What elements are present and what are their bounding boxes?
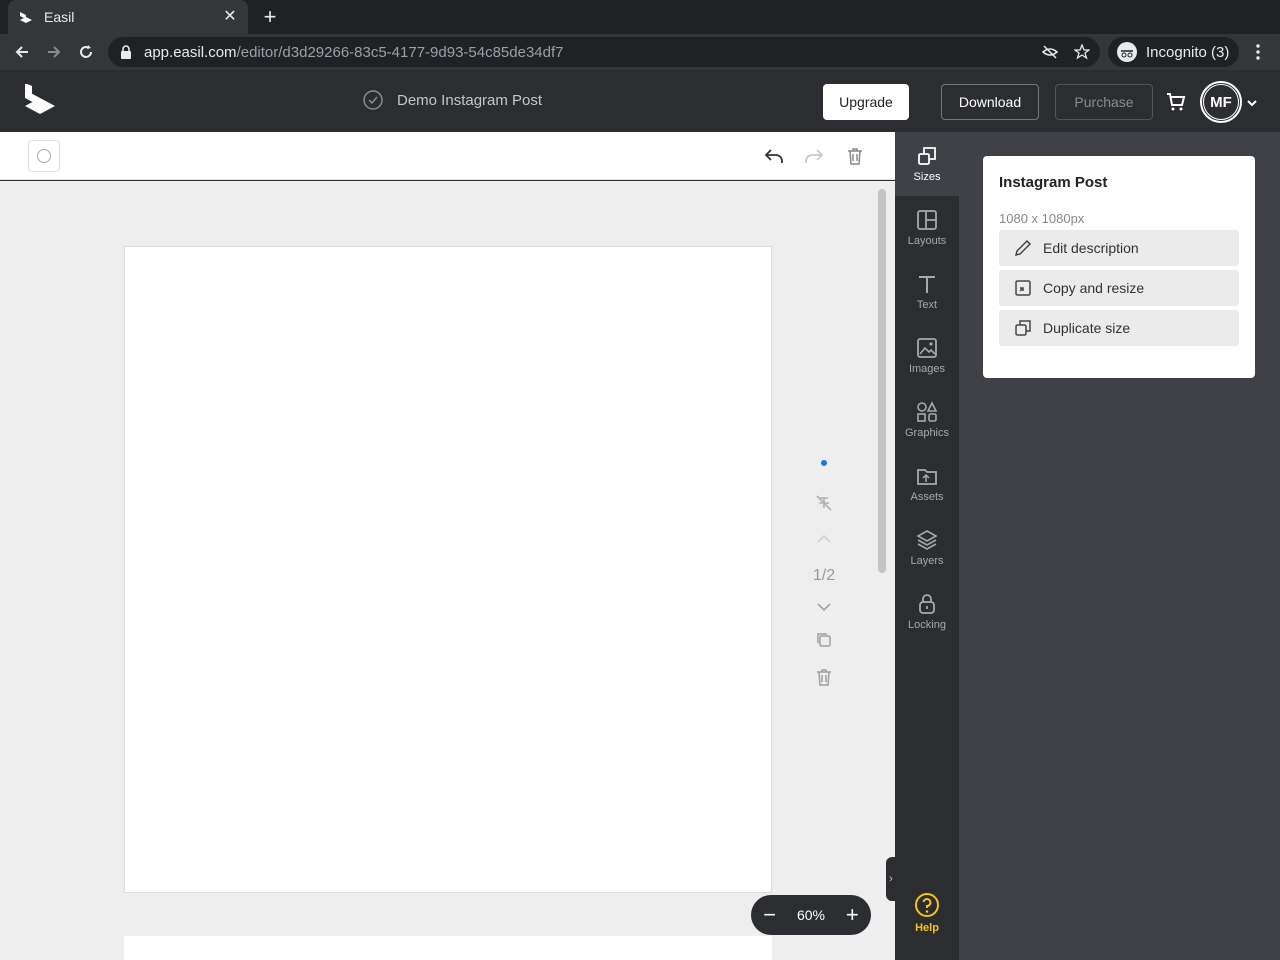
cart-icon[interactable] bbox=[1166, 92, 1186, 112]
side-nav-layers[interactable]: Layers bbox=[895, 516, 959, 580]
edit-description-label: Edit description bbox=[1043, 240, 1139, 256]
download-button[interactable]: Download bbox=[941, 84, 1039, 120]
sizes-icon bbox=[918, 147, 936, 165]
lock-icon bbox=[121, 45, 131, 59]
new-tab-icon[interactable]: + bbox=[258, 6, 282, 30]
layouts-icon bbox=[917, 210, 937, 230]
upgrade-button[interactable]: Upgrade bbox=[823, 84, 909, 120]
panel-size: 1080 x 1080px bbox=[999, 211, 1085, 226]
document-title[interactable]: Demo Instagram Post bbox=[363, 90, 542, 110]
delete-page-icon[interactable] bbox=[814, 667, 834, 687]
zoom-level[interactable]: 60% bbox=[797, 907, 825, 923]
side-nav-images[interactable]: Images bbox=[895, 324, 959, 388]
star-icon[interactable] bbox=[1074, 44, 1090, 60]
tab-close-icon[interactable]: ✕ bbox=[222, 9, 238, 25]
canvas-area: 1/2 − 60% + bbox=[0, 181, 895, 960]
eye-off-icon[interactable] bbox=[1042, 44, 1058, 60]
background-color-picker[interactable] bbox=[28, 140, 60, 172]
side-nav-label: Text bbox=[916, 299, 938, 311]
saved-check-icon bbox=[363, 90, 383, 110]
browser-toolbar: app.easil.com/editor/d3d29266-83c5-4177-… bbox=[0, 34, 1280, 70]
lock-icon bbox=[919, 594, 935, 614]
side-nav-locking[interactable]: Locking bbox=[895, 580, 959, 644]
side-nav-label: Images bbox=[908, 363, 946, 375]
easil-favicon-icon bbox=[20, 12, 32, 23]
side-nav-sizes[interactable]: Sizes bbox=[895, 132, 959, 196]
side-nav-graphics[interactable]: Graphics bbox=[895, 388, 959, 452]
side-nav-label: Locking bbox=[908, 619, 946, 631]
help-icon bbox=[915, 893, 939, 917]
side-nav-label: Layers bbox=[910, 555, 944, 567]
redo-icon[interactable] bbox=[804, 146, 824, 166]
duplicate-size-label: Duplicate size bbox=[1043, 320, 1131, 336]
browser-tab[interactable]: Easil ✕ bbox=[8, 0, 248, 34]
zoom-out-icon[interactable]: − bbox=[760, 904, 780, 926]
document-title-text: Demo Instagram Post bbox=[397, 91, 543, 109]
help-button[interactable]: Help bbox=[895, 892, 959, 942]
active-page-indicator bbox=[821, 460, 827, 466]
pencil-icon bbox=[1014, 239, 1032, 257]
copy-resize-button[interactable]: Copy and resize bbox=[999, 270, 1239, 306]
sizes-panel: Instagram Post 1080 x 1080px Edit descri… bbox=[983, 156, 1255, 378]
duplicate-size-button[interactable]: Duplicate size bbox=[999, 310, 1239, 346]
trash-icon[interactable] bbox=[845, 146, 865, 166]
resize-icon bbox=[1015, 280, 1031, 296]
text-icon bbox=[919, 276, 935, 293]
zoom-control: − 60% + bbox=[751, 895, 871, 935]
layers-icon bbox=[916, 530, 938, 550]
assets-icon bbox=[917, 469, 937, 485]
edit-description-button[interactable]: Edit description bbox=[999, 230, 1239, 266]
address-bar[interactable]: app.easil.com/editor/d3d29266-83c5-4177-… bbox=[108, 37, 1100, 67]
chevron-down-icon[interactable] bbox=[1246, 98, 1258, 108]
side-nav-layouts[interactable]: Layouts bbox=[895, 196, 959, 260]
design-page-2[interactable] bbox=[124, 936, 772, 960]
purchase-button[interactable]: Purchase bbox=[1055, 84, 1153, 120]
browser-menu-icon[interactable] bbox=[1248, 42, 1268, 62]
side-nav: Sizes Layouts Text Images Graphics Asset… bbox=[895, 132, 959, 960]
incognito-label: Incognito (3) bbox=[1146, 43, 1230, 61]
side-nav-label: Sizes bbox=[913, 171, 941, 183]
incognito-badge[interactable]: Incognito (3) bbox=[1108, 37, 1240, 67]
side-nav-text[interactable]: Text bbox=[895, 260, 959, 324]
images-icon bbox=[917, 338, 937, 358]
help-label: Help bbox=[915, 922, 939, 934]
hide-page-icon[interactable] bbox=[814, 493, 834, 513]
chevron-up-icon[interactable] bbox=[814, 529, 834, 549]
reload-icon[interactable] bbox=[74, 40, 98, 64]
chevron-down-icon[interactable] bbox=[814, 597, 834, 617]
color-swatch-icon bbox=[37, 149, 51, 163]
duplicate-icon bbox=[1015, 320, 1031, 336]
avatar[interactable]: MF bbox=[1200, 81, 1242, 123]
url-path: /editor/d3d29266-83c5-4177-9d93-54c85de3… bbox=[236, 43, 564, 61]
side-nav-label: Layouts bbox=[907, 235, 947, 247]
copy-resize-label: Copy and resize bbox=[1043, 280, 1145, 296]
panel-title: Instagram Post bbox=[999, 174, 1108, 191]
design-page-1[interactable] bbox=[124, 246, 772, 893]
avatar-initials: MF bbox=[1210, 93, 1232, 111]
tab-title: Easil bbox=[44, 9, 75, 25]
graphics-icon bbox=[917, 401, 938, 422]
side-nav-assets[interactable]: Assets bbox=[895, 452, 959, 516]
editor-toolbar bbox=[0, 132, 895, 180]
undo-icon[interactable] bbox=[764, 146, 784, 166]
back-icon[interactable] bbox=[10, 40, 34, 64]
incognito-icon bbox=[1117, 42, 1137, 62]
browser-tabstrip: Easil ✕ + bbox=[0, 0, 1280, 34]
side-nav-label: Assets bbox=[910, 491, 944, 503]
zoom-in-icon[interactable]: + bbox=[842, 904, 862, 926]
duplicate-page-icon[interactable] bbox=[814, 630, 834, 650]
page-counter: 1/2 bbox=[812, 567, 836, 584]
url-host: app.easil.com bbox=[144, 43, 237, 61]
forward-icon[interactable] bbox=[42, 40, 66, 64]
app-header: Demo Instagram Post Upgrade Download Pur… bbox=[0, 70, 1280, 132]
canvas-scrollbar[interactable] bbox=[878, 189, 886, 573]
side-nav-label: Graphics bbox=[904, 427, 950, 439]
easil-logo-icon[interactable] bbox=[22, 84, 58, 120]
